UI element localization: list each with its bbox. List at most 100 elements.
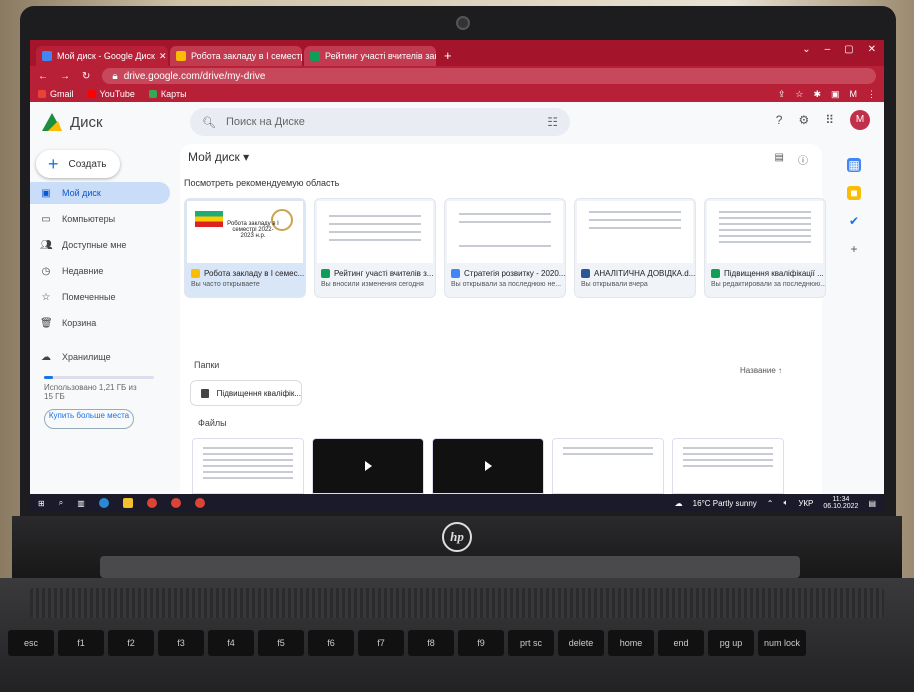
star-icon[interactable]: ☆ (795, 89, 803, 100)
file-item[interactable] (312, 438, 424, 494)
tab-my-drive[interactable]: Мой диск - Google Диск ✕ (36, 46, 168, 66)
calendar-icon[interactable]: ▦ (847, 158, 861, 172)
keyboard-key[interactable]: f4 (208, 630, 254, 656)
keyboard-key[interactable]: f6 (308, 630, 354, 656)
keyboard-key[interactable]: delete (558, 630, 604, 656)
recommended-card[interactable]: Стратегія розвитку - 2020... Вы открывал… (444, 198, 566, 298)
new-tab-button[interactable]: + (444, 48, 452, 63)
info-icon[interactable]: ⓘ (798, 152, 808, 167)
file-item[interactable] (672, 438, 784, 494)
keyboard-key[interactable]: f1 (58, 630, 104, 656)
menu-icon[interactable]: ⋮ (867, 89, 876, 100)
edge-icon[interactable] (98, 498, 109, 508)
sheets-icon (711, 269, 720, 278)
drive-logo[interactable]: Диск (30, 113, 180, 131)
cloud-icon: ☁ (41, 351, 51, 363)
recommended-card[interactable]: АНАЛІТИЧНА ДОВІДКА.d... Вы открывали вче… (574, 198, 696, 298)
add-addon-icon[interactable]: + (847, 242, 861, 256)
grid-view-icon[interactable]: ▤ (775, 152, 784, 167)
buy-storage-button[interactable]: Купить больше места (44, 409, 134, 429)
url-field[interactable]: 🔒︎ drive.google.com/drive/my-drive (102, 68, 876, 84)
search-input[interactable]: 🔍︎ Поиск на Диске ☷ (190, 108, 570, 136)
keyboard-key[interactable]: end (658, 630, 704, 656)
forward-icon[interactable]: → (60, 71, 70, 82)
avatar[interactable]: M (850, 110, 870, 130)
task-view-icon[interactable]: ▥ (77, 499, 85, 508)
keyboard-key[interactable]: f3 (158, 630, 204, 656)
sidebar-item-computers[interactable]: ▭ Компьютеры (30, 208, 170, 230)
file-explorer-icon[interactable] (122, 498, 133, 508)
keyboard-key[interactable]: f2 (108, 630, 154, 656)
notification-icon[interactable]: ▤ (868, 499, 876, 508)
search-options-icon[interactable]: ☷ (547, 115, 558, 129)
keyboard-key[interactable]: esc (8, 630, 54, 656)
keyboard-key[interactable]: f9 (458, 630, 504, 656)
sidepanel-icon[interactable]: ▣ (831, 89, 840, 100)
file-item[interactable] (432, 438, 544, 494)
storage-bar (44, 376, 154, 379)
sidebar-item-shared[interactable]: 👥︎ Доступные мне (30, 234, 170, 256)
keyboard-key[interactable]: num lock (758, 630, 807, 656)
bookmark-youtube[interactable]: YouTube (87, 89, 135, 99)
language-indicator[interactable]: УКР (798, 499, 813, 508)
weather-icon: ☁ (674, 498, 683, 508)
network-icon[interactable]: ⌃ (767, 499, 774, 508)
weather-text[interactable]: 16°C Partly sunny (693, 499, 757, 508)
recommended-card[interactable]: Рейтинг участі вчителів з... Вы вносили … (314, 198, 436, 298)
new-button[interactable]: + Создать (36, 150, 120, 178)
keyboard-key[interactable]: pg up (708, 630, 754, 656)
file-item[interactable] (192, 438, 304, 494)
keyboard-key[interactable]: prt sc (508, 630, 554, 656)
chrome-icon[interactable] (170, 498, 181, 508)
search-icon[interactable]: 🔍︎ (202, 116, 216, 129)
share-icon[interactable]: ⇪ (778, 89, 786, 100)
close-icon[interactable]: ✕ (155, 51, 167, 62)
recommended-card[interactable]: Підвищення кваліфікації ... Вы редактиро… (704, 198, 826, 298)
keyboard-key[interactable]: f5 (258, 630, 304, 656)
reload-icon[interactable]: ↻ (82, 71, 90, 82)
profile-icon[interactable]: M (850, 89, 858, 100)
help-icon[interactable]: ? (776, 113, 783, 127)
view-toggles: ▤ ⓘ (775, 152, 808, 167)
keyboard-key[interactable]: home (608, 630, 654, 656)
keep-icon[interactable]: ■ (847, 186, 861, 200)
bookmark-gmail[interactable]: Gmail (38, 89, 74, 99)
trash-icon: 🗑︎ (40, 317, 53, 329)
system-tray: ☁ 16°C Partly sunny ⌃ 🔈︎ УКР 11:34 06.10.… (675, 496, 876, 510)
back-icon[interactable]: ← (38, 71, 48, 82)
breadcrumb[interactable]: Мой диск ▾ (188, 150, 249, 164)
clock[interactable]: 11:34 06.10.2022 (823, 496, 858, 510)
sort-button[interactable]: Название ↑ (740, 366, 782, 375)
tasks-icon[interactable]: ✔ (847, 214, 861, 228)
sidebar-item-recent[interactable]: ◷ Недавние (30, 260, 170, 282)
sidebar-item-trash[interactable]: 🗑︎ Корзина (30, 312, 170, 334)
windows-start-icon[interactable]: ⊞ (38, 499, 45, 508)
card-subtitle: Вы вносили изменения сегодня (321, 281, 424, 288)
browser-tab-bar: Мой диск - Google Диск ✕ Робота закладу в… (30, 40, 884, 66)
close-window-button[interactable]: ✕ (868, 44, 876, 55)
sidebar-item-starred[interactable]: ☆ Помеченные (30, 286, 170, 308)
keyboard-key[interactable]: f8 (408, 630, 454, 656)
tab-robota[interactable]: Робота закладу в I семестрі 20...✕ (170, 46, 302, 66)
chrome-icon[interactable] (146, 498, 157, 508)
sidebar-item-storage[interactable]: ☁ Хранилище (30, 346, 170, 368)
chrome-icon[interactable] (194, 498, 205, 508)
tab-reityng[interactable]: Рейтинг участі вчителів заклад...✕ (304, 46, 436, 66)
extensions-icon[interactable]: ✱ (813, 89, 821, 100)
chevron-down-icon[interactable]: ⌄ (802, 44, 810, 55)
file-item[interactable] (552, 438, 664, 494)
folder-item[interactable]: Підвищення кваліфік... (190, 380, 302, 406)
recommended-card[interactable]: Робота закладу в I семестрі 2022-2023 н.… (184, 198, 306, 298)
maximize-button[interactable]: ▢ (844, 44, 853, 55)
gear-icon[interactable]: ⚙ (798, 113, 809, 127)
header-actions: ? ⚙ ⠿ M (776, 110, 870, 130)
bookmark-maps[interactable]: Карты (148, 89, 187, 99)
drive-icon: ▣ (41, 187, 51, 199)
sidebar-item-my-drive[interactable]: ▣ Мой диск (30, 182, 170, 204)
minimize-button[interactable]: – (825, 44, 831, 55)
slides-icon (176, 51, 186, 61)
search-icon[interactable]: ⌕ (59, 498, 63, 508)
keyboard-key[interactable]: f7 (358, 630, 404, 656)
apps-grid-icon[interactable]: ⠿ (825, 113, 834, 127)
volume-icon[interactable]: 🔈︎ (784, 498, 789, 508)
